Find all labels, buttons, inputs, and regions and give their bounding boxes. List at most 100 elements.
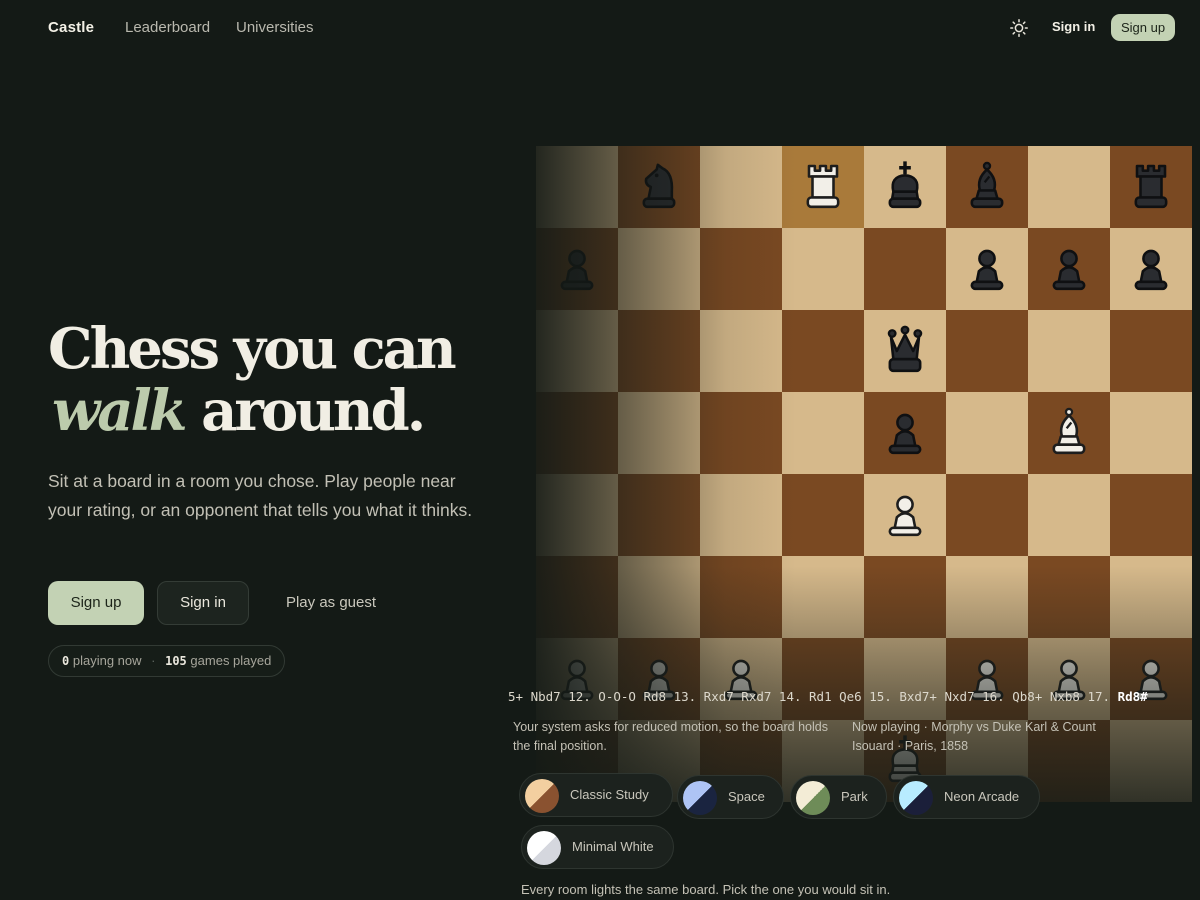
reduced-motion-note: Your system asks for reduced motion, so … — [513, 720, 828, 753]
board-square-g3[interactable] — [1028, 556, 1110, 638]
board-square-h1[interactable] — [1110, 720, 1192, 802]
board-square-b7[interactable] — [618, 228, 700, 310]
board-square-g8[interactable] — [1028, 146, 1110, 228]
board-square-a4[interactable] — [536, 474, 618, 556]
board-square-e6[interactable] — [864, 310, 946, 392]
black-knight-icon[interactable] — [631, 159, 687, 215]
now-playing-caption: Now playing · Morphy vs Duke Karl & Coun… — [852, 720, 1096, 753]
black-pawn-icon[interactable] — [549, 241, 605, 297]
board-square-h8[interactable] — [1110, 146, 1192, 228]
last-move: Rd8# — [1117, 689, 1148, 704]
games-played-count: 105 — [165, 654, 187, 668]
board-square-d5[interactable] — [782, 392, 864, 474]
nav-sign-in-button[interactable]: Sign in — [1040, 14, 1107, 40]
board-square-b3[interactable] — [618, 556, 700, 638]
board-square-d3[interactable] — [782, 556, 864, 638]
nav-link-universities[interactable]: Universities — [236, 19, 314, 36]
board-square-f6[interactable] — [946, 310, 1028, 392]
hero-sign-up-button[interactable]: Sign up — [48, 581, 144, 625]
black-pawn-icon[interactable] — [1041, 241, 1097, 297]
board-square-c8[interactable] — [700, 146, 782, 228]
board-square-c6[interactable] — [700, 310, 782, 392]
black-pawn-icon[interactable] — [1123, 241, 1179, 297]
play-as-guest-button[interactable]: Play as guest — [266, 581, 396, 625]
hero-headline: Chess you can walk around. — [48, 318, 488, 442]
board-square-e8[interactable] — [864, 146, 946, 228]
board-square-f4[interactable] — [946, 474, 1028, 556]
board-square-d8[interactable] — [782, 146, 864, 228]
headline-emphasis: walk — [52, 378, 188, 444]
board-square-d4[interactable] — [782, 474, 864, 556]
room-swatch — [525, 779, 559, 813]
white-bishop-icon[interactable] — [1041, 405, 1097, 461]
white-pawn-icon[interactable] — [877, 487, 933, 543]
board-square-h4[interactable] — [1110, 474, 1192, 556]
rooms-caption: Every room lights the same board. Pick t… — [521, 882, 891, 897]
black-pawn-icon[interactable] — [877, 405, 933, 461]
board-square-f8[interactable] — [946, 146, 1028, 228]
room-swatch — [527, 831, 561, 865]
board-square-b8[interactable] — [618, 146, 700, 228]
room-label: Park — [841, 789, 868, 804]
room-swatch — [899, 781, 933, 815]
board-square-f5[interactable] — [946, 392, 1028, 474]
board-square-g6[interactable] — [1028, 310, 1110, 392]
board-square-e5[interactable] — [864, 392, 946, 474]
board-square-a8[interactable] — [536, 146, 618, 228]
room-label: Minimal White — [572, 839, 654, 854]
live-stats-pill: 0 playing now · 105 games played — [48, 645, 286, 677]
playing-now-label: playing now — [72, 653, 142, 668]
board-square-b6[interactable] — [618, 310, 700, 392]
board-square-b4[interactable] — [618, 474, 700, 556]
black-rook-icon[interactable] — [1123, 159, 1179, 215]
room-chip-neon-arcade[interactable]: Neon Arcade — [893, 775, 1040, 819]
room-chip-minimal-white[interactable]: Minimal White — [521, 825, 674, 869]
playing-now-count: 0 — [62, 654, 70, 668]
headline-line-2: around. — [201, 378, 426, 444]
room-label: Classic Study — [570, 787, 649, 802]
headline-line-1: Chess you can — [48, 316, 457, 382]
move-list-text: 5+ Nbd7 12. O-O-O Rd8 13. Rxd7 Rxd7 14. … — [508, 689, 1111, 704]
board-square-a7[interactable] — [536, 228, 618, 310]
black-pawn-icon[interactable] — [959, 241, 1015, 297]
games-played-label: games played — [190, 653, 272, 668]
board-square-h6[interactable] — [1110, 310, 1192, 392]
move-list: 5+ Nbd7 12. O-O-O Rd8 13. Rxd7 Rxd7 14. … — [508, 689, 1168, 709]
white-rook-icon[interactable] — [795, 159, 851, 215]
black-queen-icon[interactable] — [877, 323, 933, 379]
board-square-c5[interactable] — [700, 392, 782, 474]
board-square-h7[interactable] — [1110, 228, 1192, 310]
board-square-d6[interactable] — [782, 310, 864, 392]
board-square-g5[interactable] — [1028, 392, 1110, 474]
board-square-e4[interactable] — [864, 474, 946, 556]
board-square-b5[interactable] — [618, 392, 700, 474]
board-square-a5[interactable] — [536, 392, 618, 474]
board-square-e3[interactable] — [864, 556, 946, 638]
board-square-g4[interactable] — [1028, 474, 1110, 556]
board-square-f3[interactable] — [946, 556, 1028, 638]
board-square-h3[interactable] — [1110, 556, 1192, 638]
nav-sign-up-button[interactable]: Sign up — [1111, 14, 1175, 41]
brand-logo[interactable]: Castle — [48, 19, 94, 36]
board-square-a3[interactable] — [536, 556, 618, 638]
room-chip-park[interactable]: Park — [790, 775, 887, 819]
board-square-f7[interactable] — [946, 228, 1028, 310]
hero-sign-in-button[interactable]: Sign in — [157, 581, 249, 625]
board-square-c4[interactable] — [700, 474, 782, 556]
black-king-icon[interactable] — [877, 159, 933, 215]
board-square-c7[interactable] — [700, 228, 782, 310]
top-nav: Castle Leaderboard Universities Sign in … — [0, 0, 1200, 56]
board-square-d7[interactable] — [782, 228, 864, 310]
black-bishop-icon[interactable] — [959, 159, 1015, 215]
board-square-g7[interactable] — [1028, 228, 1110, 310]
nav-link-leaderboard[interactable]: Leaderboard — [125, 19, 210, 36]
board-square-c3[interactable] — [700, 556, 782, 638]
board-square-e7[interactable] — [864, 228, 946, 310]
board-square-a6[interactable] — [536, 310, 618, 392]
room-chip-classic-study[interactable]: Classic Study — [519, 773, 673, 817]
hero-subtitle: Sit at a board in a room you chose. Play… — [48, 471, 473, 520]
sun-icon[interactable] — [1009, 18, 1029, 38]
board-square-h5[interactable] — [1110, 392, 1192, 474]
room-label: Neon Arcade — [944, 789, 1020, 804]
room-chip-space[interactable]: Space — [677, 775, 784, 819]
